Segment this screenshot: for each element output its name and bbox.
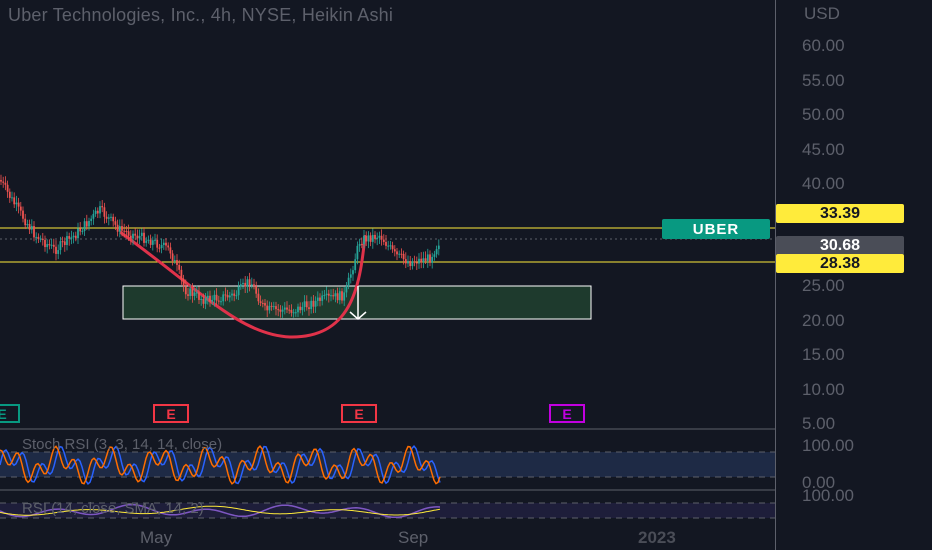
- current-price-tag[interactable]: 30.68: [776, 236, 904, 255]
- upper-level-tag[interactable]: 33.39: [776, 204, 904, 223]
- rsi-label: RSI (14, close, SMA, 14, 2): [22, 500, 204, 517]
- price-tick: 25.00: [802, 276, 845, 295]
- price-tick: 5.00: [802, 414, 836, 433]
- earnings-marker[interactable]: E: [341, 404, 377, 423]
- currency-label: USD: [804, 4, 840, 23]
- price-tick: 50.00: [802, 105, 845, 124]
- earnings-marker[interactable]: E: [0, 404, 20, 423]
- stoch-band: [0, 452, 775, 477]
- time-label-may: May: [140, 528, 173, 547]
- price-axis[interactable]: USD 60.00 55.00 50.00 45.00 40.00 25.00 …: [775, 0, 932, 550]
- earnings-marker[interactable]: E: [153, 404, 189, 423]
- price-tick: 45.00: [802, 140, 845, 159]
- chart-area[interactable]: Uber Technologies, Inc., 4h, NYSE, Heiki…: [0, 0, 775, 550]
- price-tick: 55.00: [802, 71, 845, 90]
- price-tick: 60.00: [802, 36, 845, 55]
- price-tick: 10.00: [802, 380, 845, 399]
- symbol-label[interactable]: UBER: [662, 219, 770, 239]
- stoch-top-tick: 100.00: [802, 436, 854, 455]
- lower-level-tag[interactable]: 28.38: [776, 254, 904, 273]
- price-chart-svg[interactable]: [0, 0, 775, 550]
- rsi-top-tick: 100.00: [802, 486, 854, 505]
- time-label-2023: 2023: [638, 528, 676, 547]
- price-tick: 20.00: [802, 311, 845, 330]
- cup-pattern-arc[interactable]: [119, 230, 367, 339]
- earnings-marker[interactable]: E: [549, 404, 585, 423]
- price-tick: 15.00: [802, 345, 845, 364]
- chart-title: Uber Technologies, Inc., 4h, NYSE, Heiki…: [8, 5, 394, 25]
- stoch-rsi-label: Stoch RSI (3, 3, 14, 14, close): [22, 436, 223, 453]
- price-tick: 40.00: [802, 174, 845, 193]
- time-label-sep: Sep: [398, 528, 429, 547]
